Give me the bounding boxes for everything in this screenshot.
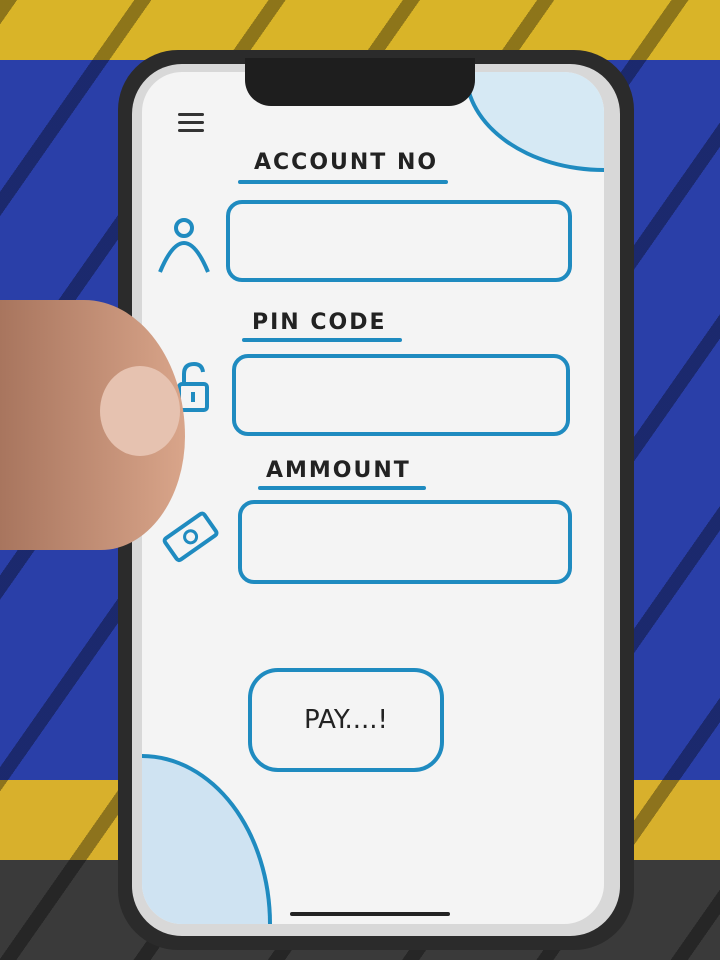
fingernail bbox=[100, 366, 180, 456]
decorative-blob bbox=[464, 72, 604, 172]
pay-button[interactable]: PAY....! bbox=[248, 668, 444, 772]
account-number-input[interactable] bbox=[226, 200, 572, 282]
divider bbox=[238, 180, 448, 184]
divider bbox=[258, 486, 426, 490]
amount-input[interactable] bbox=[238, 500, 572, 584]
user-icon bbox=[158, 218, 210, 273]
pin-label: PIN CODE bbox=[252, 310, 387, 335]
hamburger-icon[interactable] bbox=[178, 108, 204, 137]
cash-icon bbox=[162, 511, 219, 563]
divider bbox=[242, 338, 402, 342]
notch bbox=[245, 58, 475, 106]
home-indicator bbox=[290, 912, 450, 916]
amount-label: AMMOUNT bbox=[266, 458, 411, 483]
pin-code-input[interactable] bbox=[232, 354, 570, 436]
account-label: ACCOUNT NO bbox=[254, 150, 439, 175]
decorative-blob bbox=[142, 754, 272, 924]
